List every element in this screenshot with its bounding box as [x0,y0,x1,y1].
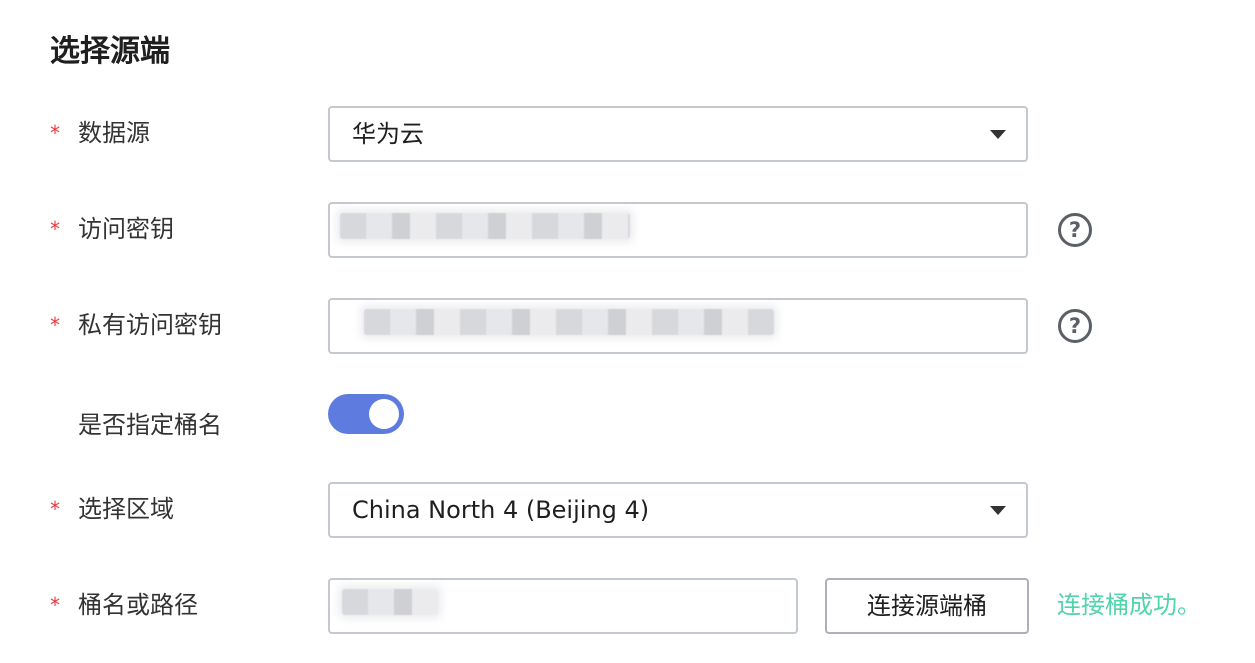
help-icon[interactable]: ? [1058,213,1092,247]
chevron-down-icon [990,506,1006,515]
required-mark: * [50,121,60,145]
help-icon[interactable]: ? [1058,309,1092,343]
access-key-input[interactable] [328,202,1028,258]
masked-value [364,309,774,335]
row-bucket-path: * 桶名或路径 连接源端桶 连接桶成功。 [0,578,1255,634]
chevron-down-icon [990,130,1006,139]
section-title: 选择源端 [50,34,170,69]
specify-bucket-label: 是否指定桶名 [78,411,222,439]
specify-bucket-toggle[interactable] [328,394,404,434]
bucket-path-label: 桶名或路径 [78,591,198,619]
row-data-source: * 数据源 华为云 [0,106,1255,162]
required-mark: * [50,217,60,241]
region-label: 选择区域 [78,495,174,523]
required-mark: * [50,313,60,337]
data-source-value: 华为云 [352,120,424,148]
data-source-select[interactable]: 华为云 [328,106,1028,162]
row-access-key: * 访问密钥 ? [0,202,1255,258]
region-value: China North 4 (Beijing 4) [352,496,650,524]
region-select[interactable]: China North 4 (Beijing 4) [328,482,1028,538]
connect-source-bucket-button[interactable]: 连接源端桶 [825,578,1029,634]
secret-key-label: 私有访问密钥 [78,311,222,339]
masked-value [342,589,438,615]
secret-key-input[interactable] [328,298,1028,354]
bucket-path-input[interactable] [328,578,798,634]
row-secret-key: * 私有访问密钥 ? [0,298,1255,354]
row-specify-bucket: 是否指定桶名 [0,398,1255,454]
connection-status: 连接桶成功。 [1057,591,1201,619]
row-region: * 选择区域 China North 4 (Beijing 4) [0,482,1255,538]
masked-value [340,213,630,239]
required-mark: * [50,593,60,617]
access-key-label: 访问密钥 [78,215,174,243]
data-source-label: 数据源 [78,119,150,147]
toggle-knob [369,399,399,429]
required-mark: * [50,497,60,521]
